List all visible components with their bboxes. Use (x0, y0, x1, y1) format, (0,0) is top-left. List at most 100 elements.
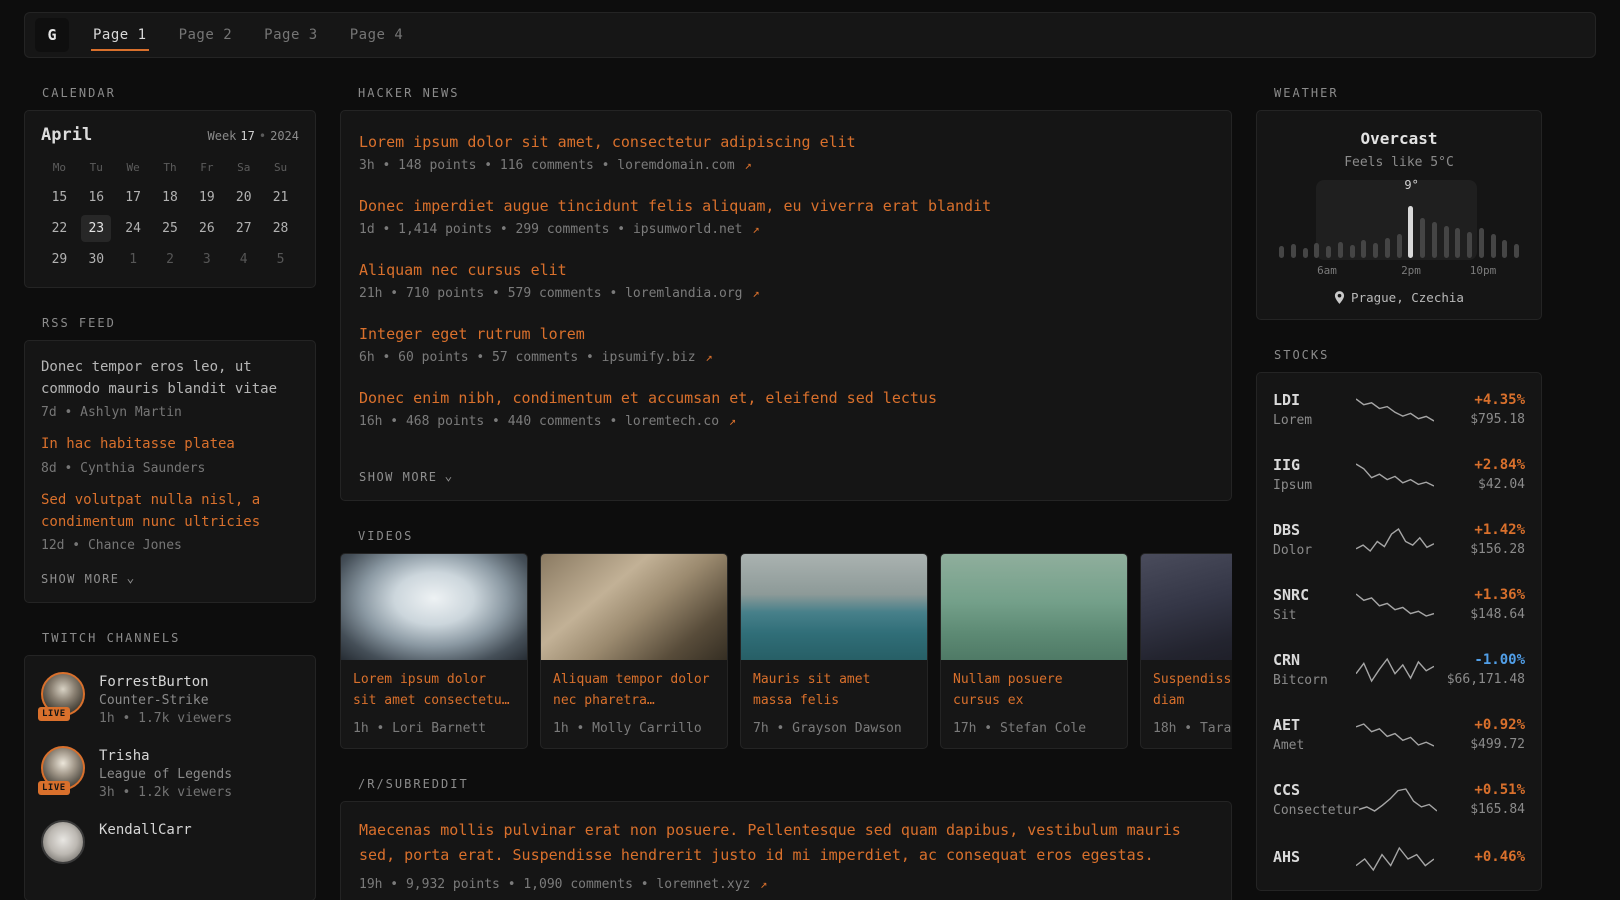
calendar-day: 22 (44, 215, 74, 242)
reddit-post-title[interactable]: Maecenas mollis pulvinar erat non posuer… (359, 818, 1213, 868)
stock-symbol: LDI (1273, 391, 1356, 409)
rss-show-more-button[interactable]: SHOW MORE ⌄ (41, 569, 136, 588)
hn-item-title[interactable]: Donec enim nibh, condimentum et accumsan… (359, 389, 1213, 407)
stock-row[interactable]: IIG Ipsum +2.84% $42.04 (1273, 442, 1525, 507)
video-card-body: Lorem ipsum dolor sit amet consectetu… 1… (341, 660, 527, 748)
videos-row: Lorem ipsum dolor sit amet consectetu… 1… (340, 553, 1232, 749)
stock-row[interactable]: DBS Dolor +1.42% $156.28 (1273, 507, 1525, 572)
tab-page-2[interactable]: Page 2 (177, 19, 235, 51)
twitch-channel[interactable]: LIVE Trisha League of Legends 3h • 1.2k … (41, 746, 299, 800)
temp-bar (1502, 240, 1507, 258)
show-more-label: SHOW MORE (359, 470, 438, 484)
current-temp-label: 9° (1404, 178, 1418, 192)
calendar-day: 20 (229, 184, 259, 211)
stock-row[interactable]: AHS +0.46% (1273, 832, 1525, 886)
calendar-day-next-month: 2 (155, 246, 185, 273)
stock-row[interactable]: CRN Bitcorn -1.00% $66,171.48 (1273, 637, 1525, 702)
twitch-channel[interactable]: LIVE ForrestBurton Counter-Strike 1h • 1… (41, 672, 299, 726)
video-meta: 18h • Tara (1153, 721, 1232, 736)
video-card[interactable]: Mauris sit amet massa felis 7h • Grayson… (740, 553, 928, 749)
calendar-day: 16 (81, 184, 111, 211)
hn-source-link[interactable]: loremdomain.com (617, 158, 734, 173)
temp-bar (1444, 226, 1449, 258)
channel-info: ForrestBurton Counter-Strike 1h • 1.7k v… (99, 672, 232, 726)
dow-th: Th (152, 161, 189, 174)
calendar-day-next-month: 4 (229, 246, 259, 273)
dow-we: We (115, 161, 152, 174)
video-thumbnail[interactable] (541, 554, 727, 660)
stock-row[interactable]: SNRC Sit +1.36% $148.64 (1273, 572, 1525, 637)
center-column: HACKER NEWS Lorem ipsum dolor sit amet, … (340, 58, 1232, 900)
stock-id: AHS (1273, 848, 1356, 870)
tab-page-4[interactable]: Page 4 (348, 19, 406, 51)
stock-row[interactable]: LDI Lorem +4.35% $795.18 (1273, 377, 1525, 442)
tab-page-3[interactable]: Page 3 (262, 19, 320, 51)
hn-source-link[interactable]: loremlandia.org (625, 286, 742, 301)
hn-item: Lorem ipsum dolor sit amet, consectetur … (359, 133, 1213, 173)
live-badge: LIVE (38, 781, 70, 795)
hn-meta-text: 6h • 60 points • 57 comments • (359, 350, 594, 365)
video-thumbnail[interactable] (741, 554, 927, 660)
external-link-icon: ↗ (729, 414, 736, 428)
reddit-source-link[interactable]: loremnet.xyz (656, 877, 750, 892)
stock-row[interactable]: CCS Consectetur +0.51% $165.84 (1273, 767, 1525, 832)
stock-sparkline-wrap (1356, 462, 1434, 488)
calendar-day-selected: 23 (81, 215, 111, 242)
subreddit-widget: Maecenas mollis pulvinar erat non posuer… (340, 801, 1232, 900)
temp-bar (1432, 222, 1437, 258)
twitch-channel[interactable]: KendallCarr (41, 820, 299, 864)
hn-source-link[interactable]: ipsumworld.net (633, 222, 743, 237)
location-text: Prague, Czechia (1351, 290, 1464, 305)
temp-bar (1361, 240, 1366, 258)
video-card[interactable]: Suspendisse potenti diam 18h • Tara (1140, 553, 1232, 749)
rss-item-title[interactable]: Donec tempor eros leo, ut commodo mauris… (41, 357, 299, 400)
channel-name[interactable]: ForrestBurton (99, 672, 232, 690)
video-title[interactable]: Mauris sit amet massa felis (753, 670, 915, 712)
video-card[interactable]: Nullam posuere cursus ex 17h • Stefan Co… (940, 553, 1128, 749)
stock-values: +1.42% $156.28 (1434, 522, 1525, 557)
video-title[interactable]: Lorem ipsum dolor sit amet consectetu… (353, 670, 515, 712)
hn-item-title[interactable]: Integer eget rutrum lorem (359, 325, 1213, 343)
calendar-day: 19 (192, 184, 222, 211)
video-meta: 1h • Lori Barnett (353, 721, 515, 736)
twitch-channels-widget: LIVE ForrestBurton Counter-Strike 1h • 1… (24, 655, 316, 900)
video-thumbnail[interactable] (941, 554, 1127, 660)
hn-item-title[interactable]: Donec imperdiet augue tincidunt felis al… (359, 197, 1213, 215)
stock-values: +0.46% (1434, 849, 1525, 869)
stock-row[interactable]: AET Amet +0.92% $499.72 (1273, 702, 1525, 767)
video-title[interactable]: Nullam posuere cursus ex (953, 670, 1115, 712)
calendar-day: 25 (155, 215, 185, 242)
channel-name[interactable]: KendallCarr (99, 820, 192, 838)
hn-show-more-button[interactable]: SHOW MORE ⌄ (359, 467, 454, 486)
stock-price: $499.72 (1434, 737, 1525, 752)
video-title[interactable]: Aliquam tempor dolor nec pharetra… (553, 670, 715, 712)
stock-sparkline (1356, 846, 1434, 872)
stock-id: DBS Dolor (1273, 521, 1356, 558)
channel-name[interactable]: Trisha (99, 746, 232, 764)
hn-item: Donec imperdiet augue tincidunt felis al… (359, 197, 1213, 237)
dow-sa: Sa (225, 161, 262, 174)
stock-name: Consectetur (1273, 803, 1359, 818)
video-thumbnail[interactable] (1141, 554, 1232, 660)
tab-page-1[interactable]: Page 1 (91, 19, 149, 51)
temp-bar (1373, 243, 1378, 258)
hn-meta-text: 1d • 1,414 points • 299 comments • (359, 222, 625, 237)
video-meta: 7h • Grayson Dawson (753, 721, 915, 736)
channel-meta: 3h • 1.2k viewers (99, 785, 232, 800)
video-thumbnail[interactable] (341, 554, 527, 660)
rss-item-title[interactable]: In hac habitasse platea (41, 434, 299, 456)
temp-bar (1420, 218, 1425, 258)
video-card[interactable]: Lorem ipsum dolor sit amet consectetu… 1… (340, 553, 528, 749)
rss-item-title[interactable]: Sed volutpat nulla nisl, a condimentum n… (41, 490, 299, 533)
hn-item-title[interactable]: Aliquam nec cursus elit (359, 261, 1213, 279)
hn-source-link[interactable]: loremtech.co (625, 414, 719, 429)
video-title[interactable]: Suspendisse potenti diam (1153, 670, 1232, 712)
hacker-news-widget: Lorem ipsum dolor sit amet, consectetur … (340, 110, 1232, 501)
stock-change: +0.51% (1437, 782, 1525, 798)
hn-item-title[interactable]: Lorem ipsum dolor sit amet, consectetur … (359, 133, 1213, 151)
video-card[interactable]: Aliquam tempor dolor nec pharetra… 1h • … (540, 553, 728, 749)
app-logo[interactable]: G (35, 18, 69, 52)
video-card-body: Mauris sit amet massa felis 7h • Grayson… (741, 660, 927, 748)
hn-source-link[interactable]: ipsumify.biz (602, 350, 696, 365)
stock-id: LDI Lorem (1273, 391, 1356, 428)
